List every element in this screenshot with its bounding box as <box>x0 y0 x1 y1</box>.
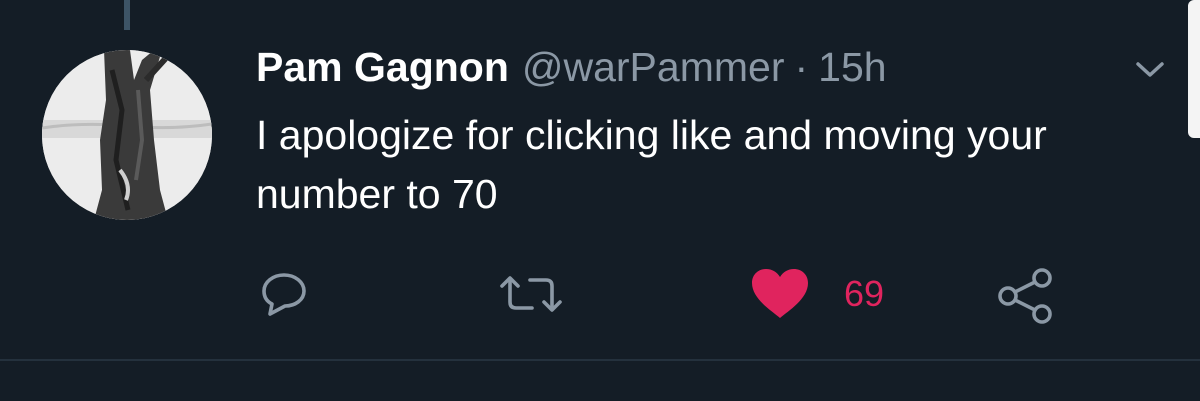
avatar-image <box>42 50 212 220</box>
retweet-button[interactable] <box>496 270 566 318</box>
screen-edge-scrollbar <box>1188 0 1200 138</box>
like-button[interactable]: 69 <box>750 268 884 320</box>
tweet-text: I apologize for clicking like and moving… <box>256 112 1047 217</box>
author-display-name[interactable]: Pam Gagnon <box>256 42 509 92</box>
reply-button[interactable] <box>258 270 310 318</box>
chevron-down-icon <box>1136 62 1164 77</box>
author-handle[interactable]: @warPammer <box>522 42 785 92</box>
tweet-menu-button[interactable] <box>1128 52 1172 88</box>
retweet-arrows-icon <box>500 276 562 312</box>
avatar[interactable] <box>42 50 212 220</box>
header-separator: · <box>794 44 809 90</box>
speech-bubble-icon <box>262 273 306 316</box>
thread-connector-line <box>124 0 130 30</box>
tweet-header: Pam Gagnon @warPammer · 15h <box>256 42 887 92</box>
share-nodes-icon <box>998 268 1052 324</box>
tweet-divider <box>0 359 1200 361</box>
tweet-timestamp[interactable]: 15h <box>818 42 886 92</box>
like-count: 69 <box>844 273 885 314</box>
heart-filled-icon <box>752 269 808 318</box>
share-button[interactable] <box>996 268 1056 324</box>
